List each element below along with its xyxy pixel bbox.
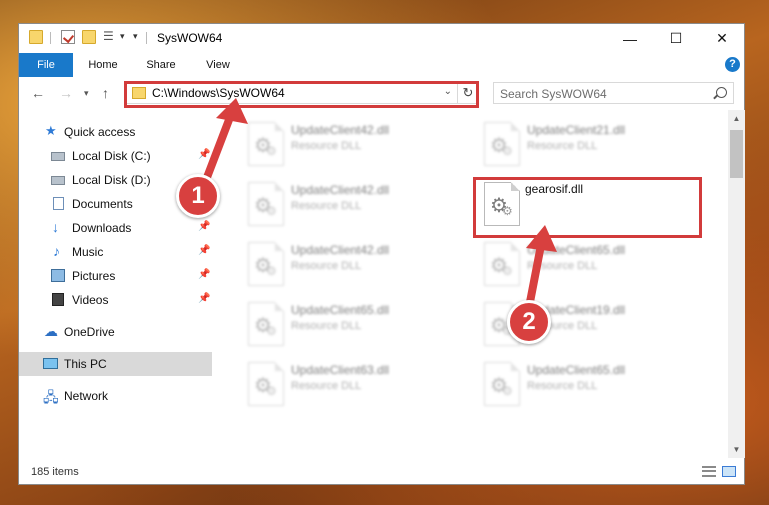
step-2-badge: 2 [507,300,551,344]
arrow-1-head [216,98,248,124]
callout-arrows [202,98,557,306]
step-1-badge: 1 [176,174,220,218]
arrow-1-line [202,108,236,184]
arrow-2-head [526,225,557,252]
